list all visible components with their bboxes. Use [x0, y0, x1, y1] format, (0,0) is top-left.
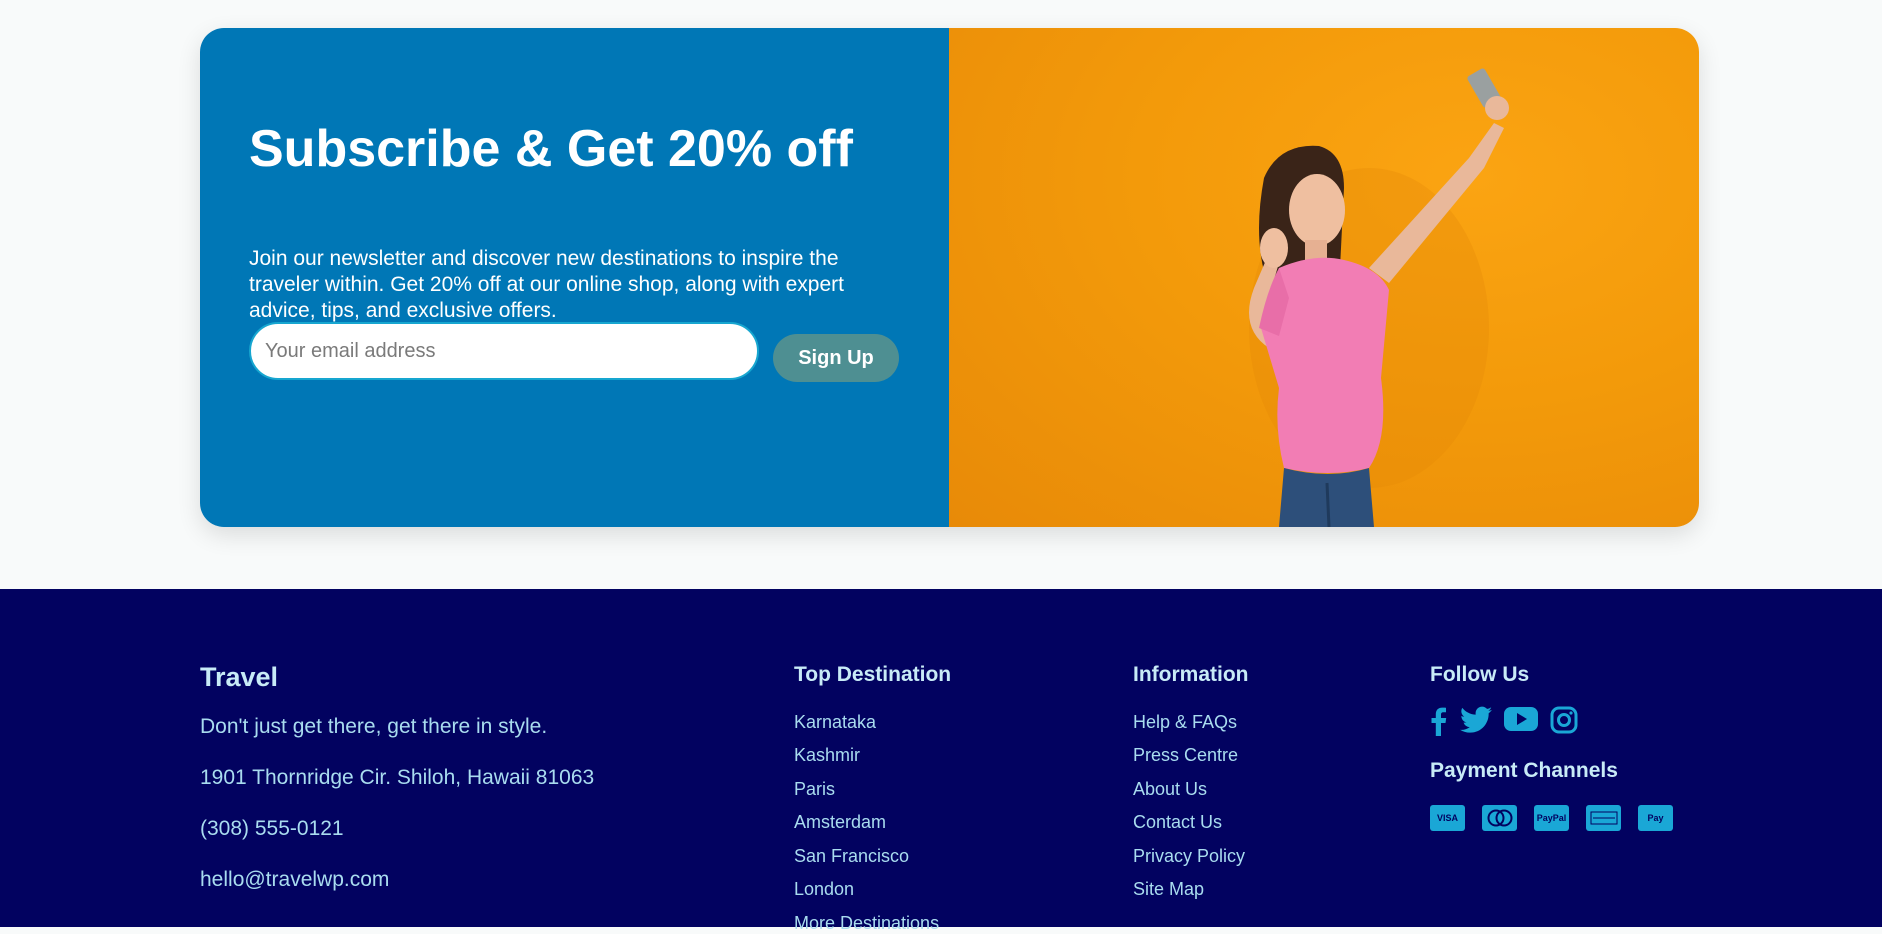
youtube-icon[interactable]: [1504, 706, 1538, 741]
visa-icon: VISA: [1430, 805, 1465, 831]
information-heading: Information: [1133, 663, 1249, 686]
facebook-icon[interactable]: [1430, 706, 1448, 741]
payment-methods: VISA PayPal Pay: [1430, 805, 1673, 831]
paypal-icon: PayPal: [1534, 805, 1569, 831]
information-link[interactable]: Privacy Policy: [1133, 846, 1245, 867]
mastercard-logo: [1487, 809, 1512, 827]
destination-link[interactable]: Karnataka: [794, 712, 876, 733]
payment-channels-heading: Payment Channels: [1430, 759, 1618, 782]
instagram-icon[interactable]: [1550, 706, 1578, 741]
apple-pay-icon: Pay: [1638, 805, 1673, 831]
footer-phone[interactable]: (308) 555-0121: [200, 817, 344, 841]
destination-link[interactable]: Paris: [794, 779, 835, 800]
footer-address: 1901 Thornridge Cir. Shiloh, Hawaii 8106…: [200, 766, 595, 789]
information-link[interactable]: Contact Us: [1133, 812, 1222, 833]
twitter-icon[interactable]: [1460, 706, 1492, 741]
social-links: [1430, 706, 1578, 741]
follow-us-heading: Follow Us: [1430, 663, 1530, 686]
promo-image: [949, 28, 1699, 527]
subscribe-banner: Subscribe & Get 20% off Join our newslet…: [200, 28, 1699, 527]
footer-tagline: Don't just get there, get there in style…: [200, 715, 548, 738]
destination-link[interactable]: Kashmir: [794, 745, 860, 766]
american-express-icon: [1586, 805, 1621, 831]
email-input[interactable]: [249, 322, 759, 380]
destination-link[interactable]: London: [794, 879, 854, 900]
information-link[interactable]: Press Centre: [1133, 745, 1238, 766]
footer-brand[interactable]: Travel: [200, 662, 278, 693]
information-link[interactable]: Site Map: [1133, 879, 1204, 900]
information-link[interactable]: About Us: [1133, 779, 1207, 800]
destination-link[interactable]: San Francisco: [794, 846, 909, 867]
subscribe-title: Subscribe & Get 20% off: [249, 120, 853, 178]
destination-link[interactable]: Amsterdam: [794, 812, 886, 833]
mastercard-icon: [1482, 805, 1517, 831]
more-destinations-link[interactable]: More Destinations: [794, 913, 939, 934]
subscribe-description: Join our newsletter and discover new des…: [249, 247, 844, 322]
information-link[interactable]: Help & FAQs: [1133, 712, 1237, 733]
footer-email[interactable]: hello@travelwp.com: [200, 868, 389, 892]
selfie-girl-illustration: [1249, 68, 1509, 527]
amex-logo: [1590, 811, 1617, 825]
sign-up-button[interactable]: Sign Up: [773, 334, 899, 382]
top-destination-heading: Top Destination: [794, 663, 952, 686]
site-footer: Travel Don't just get there, get there i…: [0, 589, 1882, 933]
subscribe-panel: Subscribe & Get 20% off Join our newslet…: [200, 28, 949, 527]
